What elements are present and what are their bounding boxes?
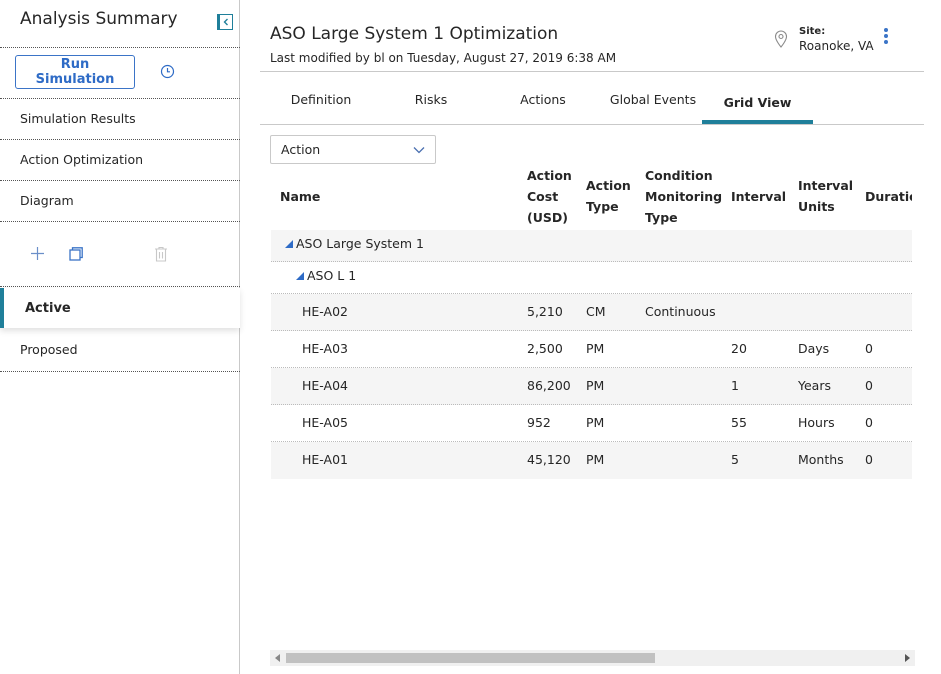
scrollbar-thumb[interactable] bbox=[286, 653, 655, 663]
tab-global-events[interactable]: Global Events bbox=[605, 92, 701, 107]
divider bbox=[0, 98, 240, 99]
sidebar-item-diagram[interactable]: Diagram bbox=[20, 193, 74, 208]
expand-triangle-icon[interactable] bbox=[285, 240, 293, 248]
column-header-condition-monitoring-type[interactable]: Condition Monitoring Type bbox=[645, 165, 722, 228]
table-row[interactable]: HE-A02 5,210 CM Continuous bbox=[271, 294, 912, 331]
table-row[interactable]: HE-A01 45,120 PM 5 Months 0 bbox=[271, 442, 912, 479]
header-divider bbox=[260, 71, 924, 72]
trash-icon[interactable] bbox=[154, 246, 168, 262]
divider bbox=[0, 139, 240, 140]
divider bbox=[0, 286, 240, 287]
table-row[interactable]: HE-A03 2,500 PM 20 Days 0 bbox=[271, 331, 912, 368]
sidebar-item-action-optimization[interactable]: Action Optimization bbox=[20, 152, 143, 167]
tabs-divider bbox=[260, 124, 924, 125]
divider bbox=[0, 180, 240, 181]
site-value: Roanoke, VA bbox=[799, 39, 874, 53]
column-header-name[interactable]: Name bbox=[280, 186, 320, 207]
divider bbox=[0, 221, 240, 222]
column-header-interval[interactable]: Interval bbox=[731, 186, 786, 207]
tab-definition[interactable]: Definition bbox=[281, 92, 361, 107]
sidebar-item-simulation-results[interactable]: Simulation Results bbox=[20, 111, 136, 126]
group-row-system[interactable]: ASO Large System 1 bbox=[271, 230, 912, 262]
scenario-proposed[interactable]: Proposed bbox=[20, 342, 78, 357]
filter-dropdown-value: Action bbox=[281, 142, 321, 157]
history-clock-icon[interactable] bbox=[160, 64, 175, 79]
site-label: Site: bbox=[799, 26, 826, 37]
scroll-left-icon[interactable] bbox=[275, 654, 280, 662]
copy-icon[interactable] bbox=[68, 246, 84, 262]
add-icon[interactable] bbox=[30, 246, 45, 261]
column-header-action-cost[interactable]: Action Cost (USD) bbox=[527, 165, 572, 228]
run-simulation-button[interactable]: Run Simulation bbox=[15, 55, 135, 89]
divider bbox=[0, 371, 240, 372]
scenario-active[interactable]: Active bbox=[0, 288, 240, 328]
page-title: ASO Large System 1 Optimization bbox=[270, 24, 559, 44]
last-modified-text: Last modified by bl on Tuesday, August 2… bbox=[270, 51, 617, 65]
column-header-duration[interactable]: Duration bbox=[865, 186, 912, 207]
table-row[interactable]: HE-A04 86,200 PM 1 Years 0 bbox=[271, 368, 912, 405]
group-row-asset[interactable]: ASO L 1 bbox=[271, 262, 912, 294]
sidebar-title: Analysis Summary bbox=[20, 9, 178, 29]
scroll-right-icon[interactable] bbox=[905, 654, 910, 662]
horizontal-scrollbar[interactable] bbox=[270, 650, 915, 666]
tab-actions[interactable]: Actions bbox=[511, 92, 575, 107]
chevron-down-icon bbox=[413, 147, 425, 154]
tab-risks[interactable]: Risks bbox=[401, 92, 461, 107]
more-options-icon[interactable] bbox=[882, 28, 890, 46]
tab-grid-view[interactable]: Grid View bbox=[702, 84, 813, 124]
grid-view-table: Name Action Cost (USD) Action Type Conditio… bbox=[271, 160, 912, 480]
column-header-action-type[interactable]: Action Type bbox=[586, 175, 631, 217]
divider bbox=[0, 47, 240, 48]
table-row[interactable]: HE-A05 952 PM 55 Hours 0 bbox=[271, 405, 912, 442]
column-header-interval-units[interactable]: Interval Units bbox=[798, 175, 853, 217]
expand-triangle-icon[interactable] bbox=[296, 272, 304, 280]
main-panel: ASO Large System 1 Optimization Last mod… bbox=[241, 0, 941, 674]
collapse-panel-icon[interactable] bbox=[217, 14, 233, 30]
location-pin-icon bbox=[774, 30, 788, 48]
sidebar: Analysis Summary Run Simulation Simulati… bbox=[0, 0, 240, 674]
